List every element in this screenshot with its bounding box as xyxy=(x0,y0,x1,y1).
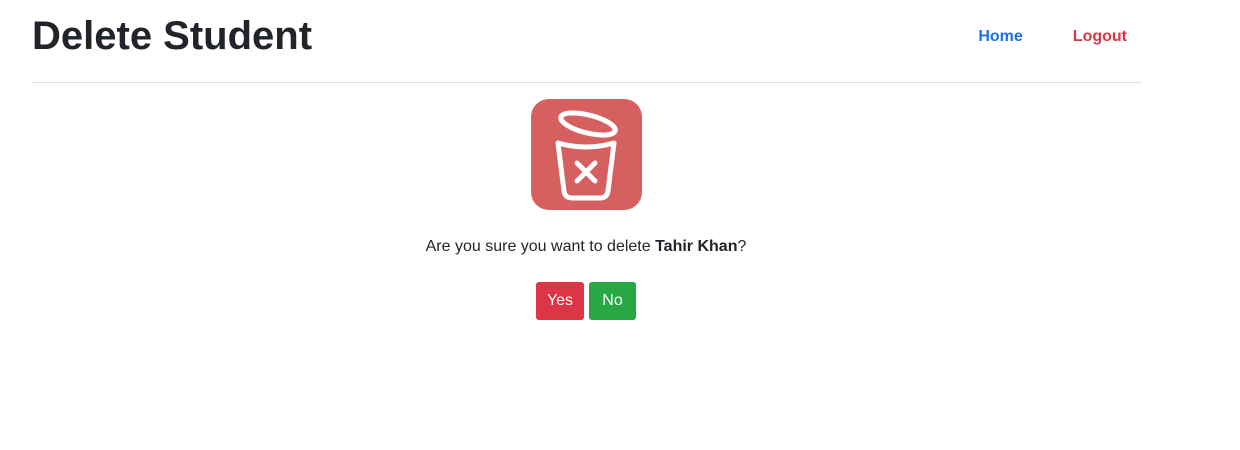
confirm-suffix: ? xyxy=(737,238,747,255)
top-nav: Home Logout xyxy=(963,25,1142,49)
no-button[interactable]: No xyxy=(589,282,636,320)
confirm-message: Are you sure you want to delete Tahir Kh… xyxy=(0,236,1172,258)
yes-button[interactable]: Yes xyxy=(536,282,584,320)
confirm-prefix: Are you sure you want to delete xyxy=(425,238,656,255)
trash-delete-icon xyxy=(531,99,642,210)
student-name: Tahir Khan xyxy=(655,238,738,255)
button-row: Yes No xyxy=(536,282,636,320)
page-title: Delete Student xyxy=(32,14,313,58)
home-link[interactable]: Home xyxy=(963,25,1037,49)
page: Delete Student Home Logout Are you sure … xyxy=(0,0,1240,450)
logout-link[interactable]: Logout xyxy=(1058,25,1142,49)
header: Delete Student Home Logout xyxy=(32,0,1142,83)
